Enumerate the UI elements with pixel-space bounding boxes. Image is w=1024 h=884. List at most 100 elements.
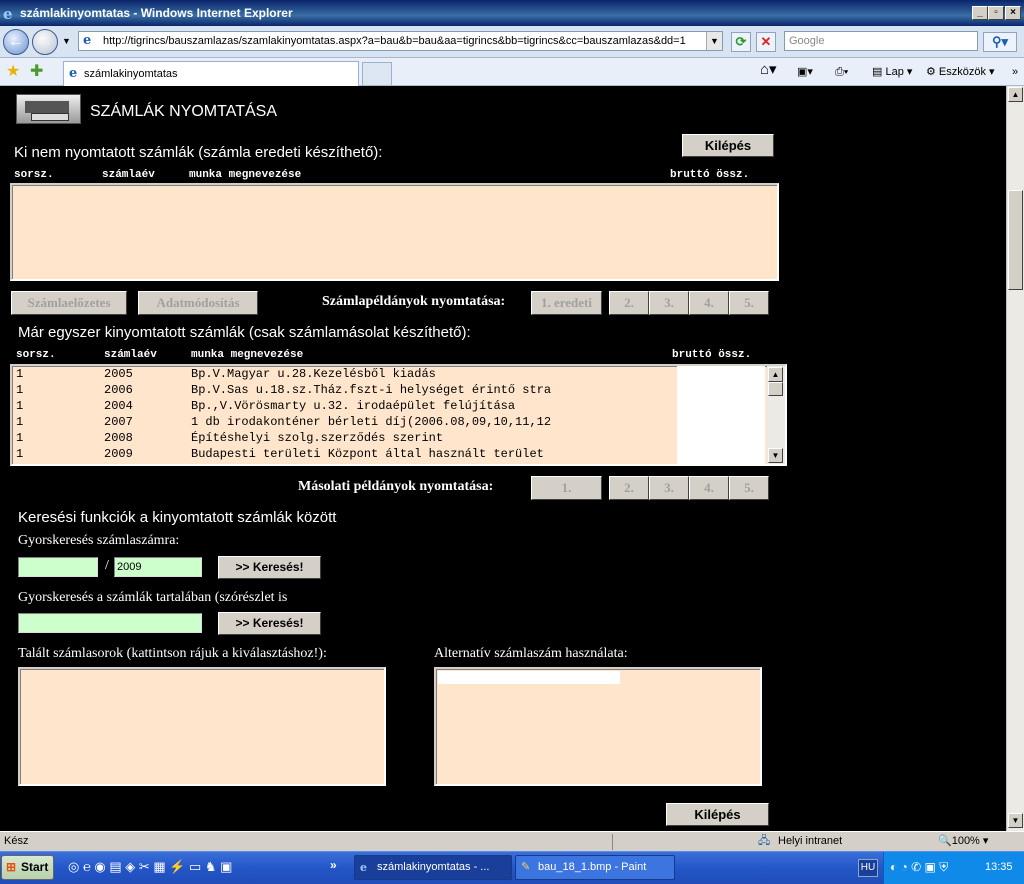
row-no: 1: [16, 367, 24, 381]
address-input[interactable]: e http://tigrincs/bauszamlazas/szamlakin…: [78, 31, 723, 51]
row-year: 2008: [104, 431, 133, 445]
close-button[interactable]: ×: [1005, 6, 1021, 20]
printed-title: Már egyszer kinyomtatott számlák (csak s…: [18, 324, 471, 341]
tray-icons[interactable]: ◐ ◔ ✆ ▣ ⛨: [890, 860, 948, 875]
print-copies-label: Számlapéldányok nyomtatása:: [322, 294, 506, 309]
clock: 13:35: [985, 861, 1013, 873]
row-year: 2004: [104, 399, 133, 413]
tools-menu[interactable]: ⚙ Eszközök ▾: [926, 63, 995, 81]
alt-number-list[interactable]: [434, 667, 762, 786]
search-content-button[interactable]: >> Keresés!: [218, 612, 321, 635]
quick-number-label: Gyorskeresés számlaszámra:: [18, 533, 180, 548]
address-dropdown-icon[interactable]: ▼: [706, 32, 722, 50]
task-ie[interactable]: e számlakinyomtatas - ...: [354, 855, 512, 880]
tab-toolbar: ★ ✚ e számlakinyomtatas ⌂▾ ▣▾ ⎙▾ ▤ Lap ▾…: [0, 58, 1024, 86]
search-input[interactable]: Google: [784, 31, 978, 51]
start-button[interactable]: ⊞ Start: [1, 855, 54, 880]
more-icon[interactable]: »: [1012, 63, 1018, 81]
quicklaunch-icons[interactable]: ◎ ℮ ◉ ▤ ◈ ✂ ▦ ⚡ ▭ ♞ ▣: [68, 859, 232, 875]
print-copy-2-button[interactable]: 2.: [609, 291, 649, 315]
page-scroll-up-icon[interactable]: ▲: [1008, 87, 1023, 102]
printed-col-header-no: sorsz.: [16, 349, 56, 361]
page-title: SZÁMLÁK NYOMTATÁSA: [90, 103, 277, 120]
row-work: Bp.V.Magyar u.28.Kezelésből kiadás: [191, 367, 436, 381]
page-scroll-down-icon[interactable]: ▼: [1008, 813, 1023, 828]
search-number-button[interactable]: >> Keresés!: [218, 556, 321, 579]
invoice-year-input[interactable]: 2009: [114, 557, 202, 577]
row-year: 2007: [104, 415, 133, 429]
table-row[interactable]: 1 2006 Bp.V.Sas u.18.sz.Tház.fszt-i helysé…: [14, 383, 674, 399]
new-tab-button[interactable]: [362, 62, 392, 85]
feeds-icon[interactable]: ▣▾: [797, 63, 813, 81]
content-search-label: Gyorskeresés a számlák tartalában (szóré…: [18, 590, 288, 605]
printed-col-header-year: számlaév: [104, 349, 157, 361]
exit-button-bottom[interactable]: Kilépés: [666, 803, 769, 826]
minimize-button[interactable]: _: [972, 6, 988, 20]
status-bar: Kész 🖧 Helyi intranet 🔍100% ▾: [0, 831, 1024, 851]
table-row[interactable]: 1 2008 Építéshelyi szolg.szerződés szerint: [14, 431, 674, 447]
table-row[interactable]: 1 2009 Budapesti területi Központ által ha…: [14, 447, 674, 463]
task-paint[interactable]: ✎ bau_18_1.bmp - Paint: [515, 855, 675, 880]
unprinted-invoice-list[interactable]: [10, 183, 779, 281]
copies-label: Másolati példányok nyomtatása:: [298, 479, 494, 494]
page-scrollbar[interactable]: ▲ ▼: [1006, 86, 1024, 831]
copy-2-button[interactable]: 2.: [609, 476, 649, 500]
history-dropdown-icon[interactable]: ▼: [62, 36, 71, 46]
refresh-icon[interactable]: ⟳: [731, 32, 751, 52]
page-scroll-thumb[interactable]: [1008, 190, 1023, 290]
printed-col-header-gross: bruttó össz.: [672, 349, 752, 361]
found-rows-list[interactable]: [18, 667, 386, 786]
page-content: SZÁMLÁK NYOMTATÁSA Kilépés Ki nem nyomta…: [0, 86, 1006, 831]
edit-data-button[interactable]: Adatmódosítás: [138, 291, 258, 315]
row-work: Bp.V.Sas u.18.sz.Tház.fszt-i helységet é…: [191, 383, 552, 397]
address-toolbar: ← → ▼ e http://tigrincs/bauszamlazas/sza…: [0, 26, 1024, 58]
preview-button[interactable]: Számlaelőzetes: [11, 291, 127, 315]
printed-rows: 1 2005 Bp.V.Magyar u.28.Kezelésből kiadás 1…: [10, 366, 786, 466]
zoom-control[interactable]: 🔍100% ▾: [938, 832, 988, 850]
intranet-icon: 🖧: [758, 835, 771, 847]
alt-number-input[interactable]: [438, 671, 620, 684]
exit-button-top[interactable]: Kilépés: [682, 134, 774, 157]
slash-separator: /: [105, 558, 109, 573]
stop-icon[interactable]: ✕: [756, 32, 776, 52]
print-icon[interactable]: ⎙▾: [835, 63, 848, 81]
favorites-star-icon[interactable]: ★: [6, 61, 20, 81]
maximize-button[interactable]: ▫: [988, 6, 1004, 20]
task-paint-icon: ✎: [521, 861, 531, 873]
copy-4-button[interactable]: 4.: [689, 476, 729, 500]
home-icon[interactable]: ⌂▾: [760, 61, 777, 79]
quicklaunch-more-icon[interactable]: »: [330, 858, 337, 872]
print-original-button[interactable]: 1. eredeti: [531, 291, 602, 315]
print-copy-5-button[interactable]: 5.: [729, 291, 769, 315]
copy-1-button[interactable]: 1.: [531, 476, 602, 500]
add-favorite-icon[interactable]: ✚: [30, 61, 43, 81]
row-year: 2005: [104, 367, 133, 381]
calculator-logo-icon: [16, 94, 81, 124]
table-row[interactable]: 1 2007 1 db irodakonténer bérleti díj(2006…: [14, 415, 674, 431]
table-row[interactable]: 1 2004 Bp.,V.Vörösmarty u.32. irodaépület …: [14, 399, 674, 415]
invoice-number-input[interactable]: [18, 557, 98, 577]
search-go-icon[interactable]: ⚲▾: [983, 32, 1017, 52]
zone-text: Helyi intranet: [778, 835, 843, 847]
copy-3-button[interactable]: 3.: [649, 476, 689, 500]
table-row[interactable]: 1 2005 Bp.V.Magyar u.28.Kezelésből kiadás: [14, 367, 674, 383]
browser-tab[interactable]: e számlakinyomtatas: [63, 61, 359, 86]
forward-button[interactable]: →: [32, 29, 58, 55]
print-copy-4-button[interactable]: 4.: [689, 291, 729, 315]
page-menu[interactable]: ▤ Lap ▾: [872, 63, 912, 81]
row-year: 2009: [104, 447, 133, 461]
back-button[interactable]: ←: [3, 29, 29, 55]
copy-5-button[interactable]: 5.: [729, 476, 769, 500]
content-search-input[interactable]: [18, 613, 202, 633]
row-year: 2006: [104, 383, 133, 397]
col-header-no: sorsz.: [14, 169, 54, 181]
found-rows-label: Talált számlasorok (kattintson rájuk a k…: [18, 646, 327, 661]
print-copy-3-button[interactable]: 3.: [649, 291, 689, 315]
col-header-year: számlaév: [102, 169, 155, 181]
unprinted-title: Ki nem nyomtatott számlák (számla eredet…: [14, 144, 383, 161]
row-no: 1: [16, 447, 24, 461]
row-work: 1 db irodakonténer bérleti díj(2006.08,0…: [191, 415, 552, 429]
ie-logo-icon: e: [3, 5, 13, 23]
language-indicator[interactable]: HU: [858, 859, 878, 877]
row-no: 1: [16, 415, 24, 429]
